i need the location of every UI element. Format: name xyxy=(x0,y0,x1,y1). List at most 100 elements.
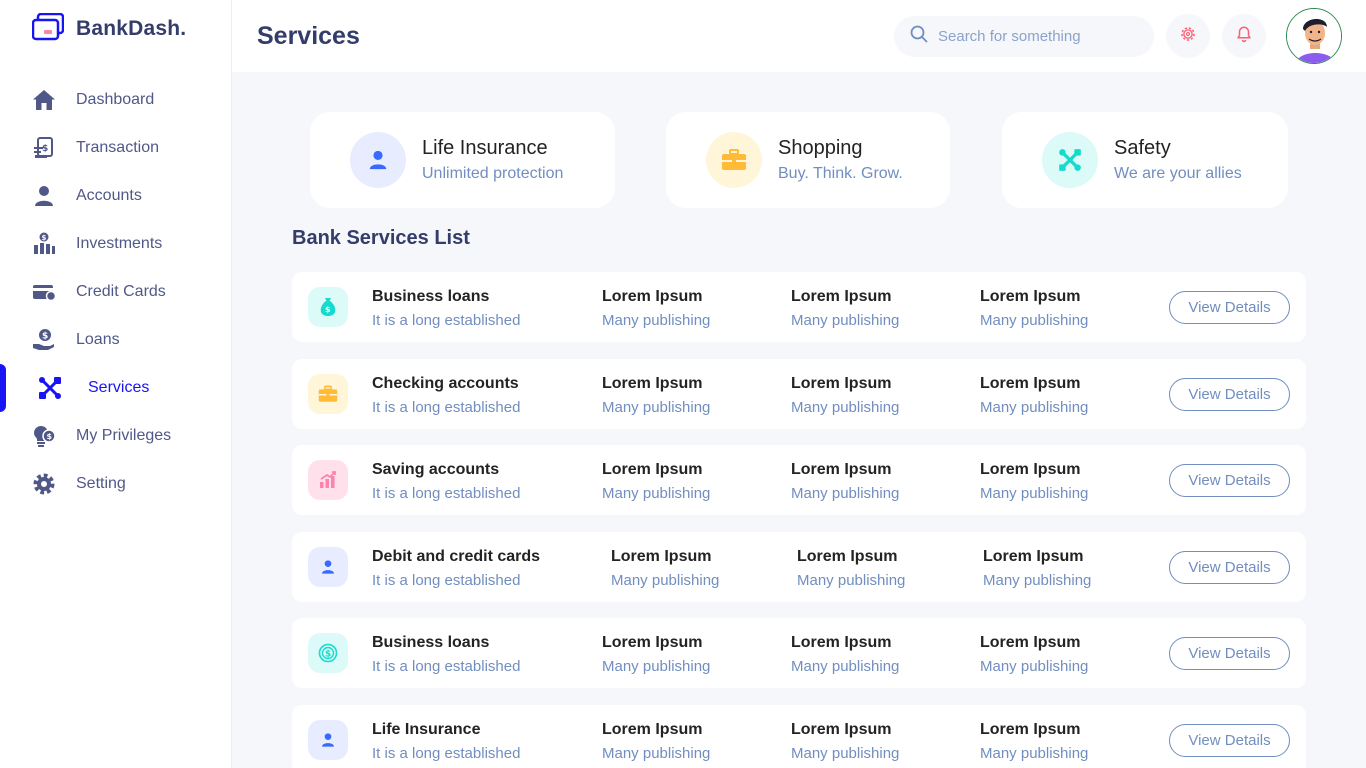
svg-text:$: $ xyxy=(42,332,48,342)
info-sub: Many publishing xyxy=(980,658,1089,675)
info-sub: Many publishing xyxy=(791,312,900,329)
service-card-title: Safety xyxy=(1114,137,1171,159)
service-card-subtitle: Buy. Think. Grow. xyxy=(778,165,903,182)
info-col: Lorem Ipsum Many publishing xyxy=(983,548,1091,589)
view-details-button[interactable]: View Details xyxy=(1169,378,1290,411)
svg-text:$: $ xyxy=(47,432,53,441)
notifications-button[interactable] xyxy=(1222,14,1266,58)
user-icon xyxy=(308,547,348,587)
info-title: Lorem Ipsum xyxy=(797,548,898,565)
service-card-title: Life Insurance xyxy=(422,137,548,159)
search-input[interactable] xyxy=(938,28,1138,45)
brand-logo[interactable]: BankDash. xyxy=(31,12,187,46)
info-title: Lorem Ipsum xyxy=(602,721,703,738)
service-card-shopping[interactable]: Shopping Buy. Think. Grow. xyxy=(666,112,950,208)
svg-text:$: $ xyxy=(42,144,48,154)
info-title: Lorem Ipsum xyxy=(602,461,703,478)
info-title: Lorem Ipsum xyxy=(611,548,712,565)
view-details-button[interactable]: View Details xyxy=(1169,551,1290,584)
info-sub: Many publishing xyxy=(791,658,900,675)
brand-name: BankDash. xyxy=(76,17,187,40)
info-title: Lorem Ipsum xyxy=(602,634,703,651)
list-item: Debit and credit cards It is a long esta… xyxy=(292,532,1306,602)
info-col: Lorem Ipsum Many publishing xyxy=(791,634,899,675)
view-details-button[interactable]: View Details xyxy=(1169,464,1290,497)
service-card-text: Life Insurance Unlimited protection xyxy=(422,137,563,183)
sidebar-item-label: Credit Cards xyxy=(76,283,166,300)
service-desc: It is a long established xyxy=(372,399,521,416)
sidebar-item-label: Dashboard xyxy=(76,91,155,108)
svg-text:$: $ xyxy=(325,650,331,660)
loan-icon: $ xyxy=(32,328,56,352)
service-card-title: Shopping xyxy=(778,137,863,159)
avatar[interactable] xyxy=(1286,8,1342,64)
info-sub: Many publishing xyxy=(797,572,906,589)
view-details-button[interactable]: View Details xyxy=(1169,637,1290,670)
service-card-text: Shopping Buy. Think. Grow. xyxy=(778,137,903,183)
sidebar-item-services[interactable]: Services xyxy=(0,364,232,412)
section-title: Bank Services List xyxy=(292,227,470,249)
view-details-button[interactable]: View Details xyxy=(1169,724,1290,757)
sidebar-item-investments[interactable]: $ Investments xyxy=(0,220,232,268)
service-name: Saving accounts xyxy=(372,461,500,478)
info-title: Lorem Ipsum xyxy=(983,548,1084,565)
service-name: Debit and credit cards xyxy=(372,548,541,565)
sidebar-item-transaction[interactable]: $ Transaction xyxy=(0,124,232,172)
service-card-safety[interactable]: Safety We are your allies xyxy=(1002,112,1288,208)
sidebar-item-label: Loans xyxy=(76,331,120,348)
info-col: Lorem Ipsum Many publishing xyxy=(602,288,710,329)
sidebar-item-accounts[interactable]: Accounts xyxy=(0,172,232,220)
settings-button[interactable] xyxy=(1166,14,1210,58)
gear-icon xyxy=(32,472,56,496)
sidebar-item-credit-cards[interactable]: Credit Cards xyxy=(0,268,232,316)
service-desc: It is a long established xyxy=(372,658,521,675)
info-sub: Many publishing xyxy=(980,745,1089,762)
service-name-col: Business loans It is a long established xyxy=(372,634,520,675)
service-name: Business loans xyxy=(372,288,490,305)
sidebar-item-label: Setting xyxy=(76,475,126,492)
bell-icon xyxy=(1235,25,1253,48)
sidebar-item-my-privileges[interactable]: $ My Privileges xyxy=(0,412,232,460)
view-details-button[interactable]: View Details xyxy=(1169,291,1290,324)
service-card-subtitle: We are your allies xyxy=(1114,165,1242,182)
svg-text:$: $ xyxy=(325,305,331,314)
service-desc: It is a long established xyxy=(372,572,521,589)
sidebar-item-label: Transaction xyxy=(76,139,159,156)
service-name: Checking accounts xyxy=(372,375,519,392)
info-col: Lorem Ipsum Many publishing xyxy=(791,721,899,762)
info-col: Lorem Ipsum Many publishing xyxy=(602,721,710,762)
info-sub: Many publishing xyxy=(980,485,1089,502)
info-col: Lorem Ipsum Many publishing xyxy=(602,461,710,502)
info-sub: Many publishing xyxy=(791,485,900,502)
info-sub: Many publishing xyxy=(602,745,711,762)
sidebar-item-loans[interactable]: $ Loans xyxy=(0,316,232,364)
info-title: Lorem Ipsum xyxy=(980,721,1081,738)
info-title: Lorem Ipsum xyxy=(980,634,1081,651)
card-logo-icon xyxy=(31,12,65,46)
sidebar-item-label: Accounts xyxy=(76,187,142,204)
service-desc: It is a long established xyxy=(372,745,521,762)
service-name-col: Business loans It is a long established xyxy=(372,288,520,329)
service-card-life-insurance[interactable]: Life Insurance Unlimited protection xyxy=(310,112,615,208)
service-icon xyxy=(38,376,62,400)
info-title: Lorem Ipsum xyxy=(791,634,892,651)
info-title: Lorem Ipsum xyxy=(791,721,892,738)
sidebar-nav: Dashboard $ Transaction Accounts $ Inves… xyxy=(0,76,232,508)
info-col: Lorem Ipsum Many publishing xyxy=(791,375,899,416)
search-bar[interactable] xyxy=(894,16,1154,57)
info-col: Lorem Ipsum Many publishing xyxy=(980,721,1088,762)
list-item: $ Business loans It is a long establishe… xyxy=(292,618,1306,688)
sidebar-item-dashboard[interactable]: Dashboard xyxy=(0,76,232,124)
sidebar: BankDash. Dashboard $ Transaction Accoun… xyxy=(0,0,232,768)
service-name: Business loans xyxy=(372,634,490,651)
info-title: Lorem Ipsum xyxy=(602,375,703,392)
info-sub: Many publishing xyxy=(983,572,1092,589)
info-title: Lorem Ipsum xyxy=(980,288,1081,305)
sidebar-item-setting[interactable]: Setting xyxy=(0,460,232,508)
briefcase-icon xyxy=(308,374,348,414)
tools-icon xyxy=(1042,132,1098,188)
list-item: Checking accounts It is a long establish… xyxy=(292,359,1306,429)
info-sub: Many publishing xyxy=(602,312,711,329)
info-title: Lorem Ipsum xyxy=(791,375,892,392)
info-col: Lorem Ipsum Many publishing xyxy=(791,461,899,502)
